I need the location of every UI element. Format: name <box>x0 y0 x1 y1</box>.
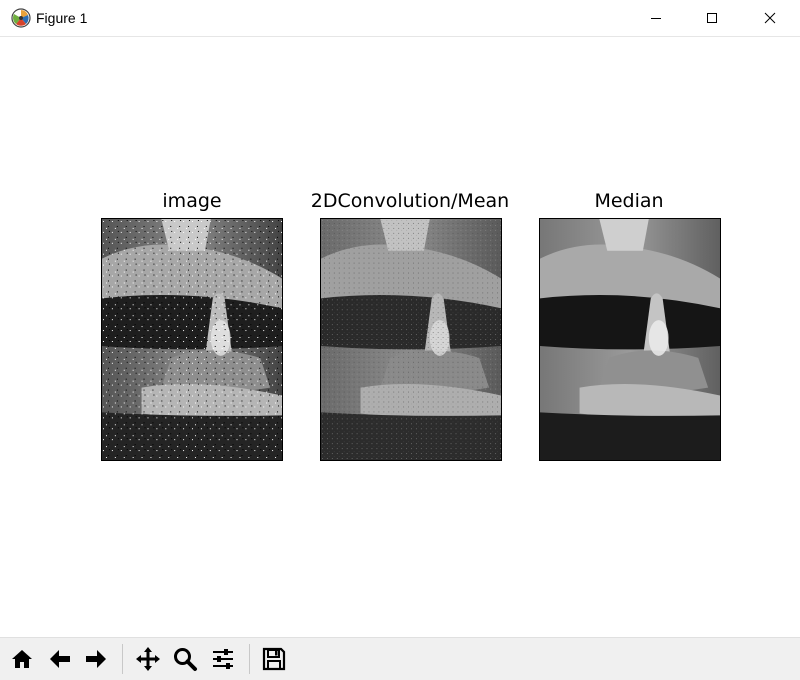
zoom-button[interactable] <box>169 643 200 675</box>
subplot-title-median: Median <box>594 190 664 212</box>
subplot-title-image: image <box>162 190 222 212</box>
save-button[interactable] <box>258 643 289 675</box>
noisy-image <box>102 219 282 460</box>
figure-canvas[interactable]: image 2DConvolution/Mean Median <box>0 37 800 637</box>
maximize-button[interactable] <box>689 0 735 36</box>
close-button[interactable] <box>747 0 793 36</box>
configure-subplots-button[interactable] <box>207 643 238 675</box>
pan-icon <box>135 647 160 671</box>
axes-median <box>539 218 721 461</box>
maximize-icon <box>707 13 717 23</box>
zoom-icon <box>173 648 197 671</box>
back-arrow-icon <box>49 650 70 668</box>
median-filtered-image <box>540 219 720 460</box>
navigation-toolbar <box>0 637 800 680</box>
window-titlebar: Figure 1 <box>0 0 800 37</box>
minimize-button[interactable] <box>633 0 679 36</box>
axes-mean <box>320 218 502 461</box>
home-icon <box>11 650 32 668</box>
toolbar-separator <box>122 644 123 674</box>
close-icon <box>764 12 776 24</box>
forward-arrow-icon <box>85 650 106 668</box>
window-title: Figure 1 <box>36 10 88 26</box>
toolbar-separator <box>249 644 250 674</box>
home-button[interactable] <box>6 643 37 675</box>
minimize-icon <box>651 18 661 19</box>
axes-image <box>101 218 283 461</box>
save-icon <box>262 647 285 671</box>
matplotlib-icon <box>11 8 31 28</box>
forward-button[interactable] <box>80 643 111 675</box>
mean-filtered-image <box>321 219 501 460</box>
configure-subplots-icon <box>212 649 233 669</box>
back-button[interactable] <box>44 643 75 675</box>
pan-button[interactable] <box>132 643 163 675</box>
subplot-title-mean: 2DConvolution/Mean <box>310 190 510 212</box>
